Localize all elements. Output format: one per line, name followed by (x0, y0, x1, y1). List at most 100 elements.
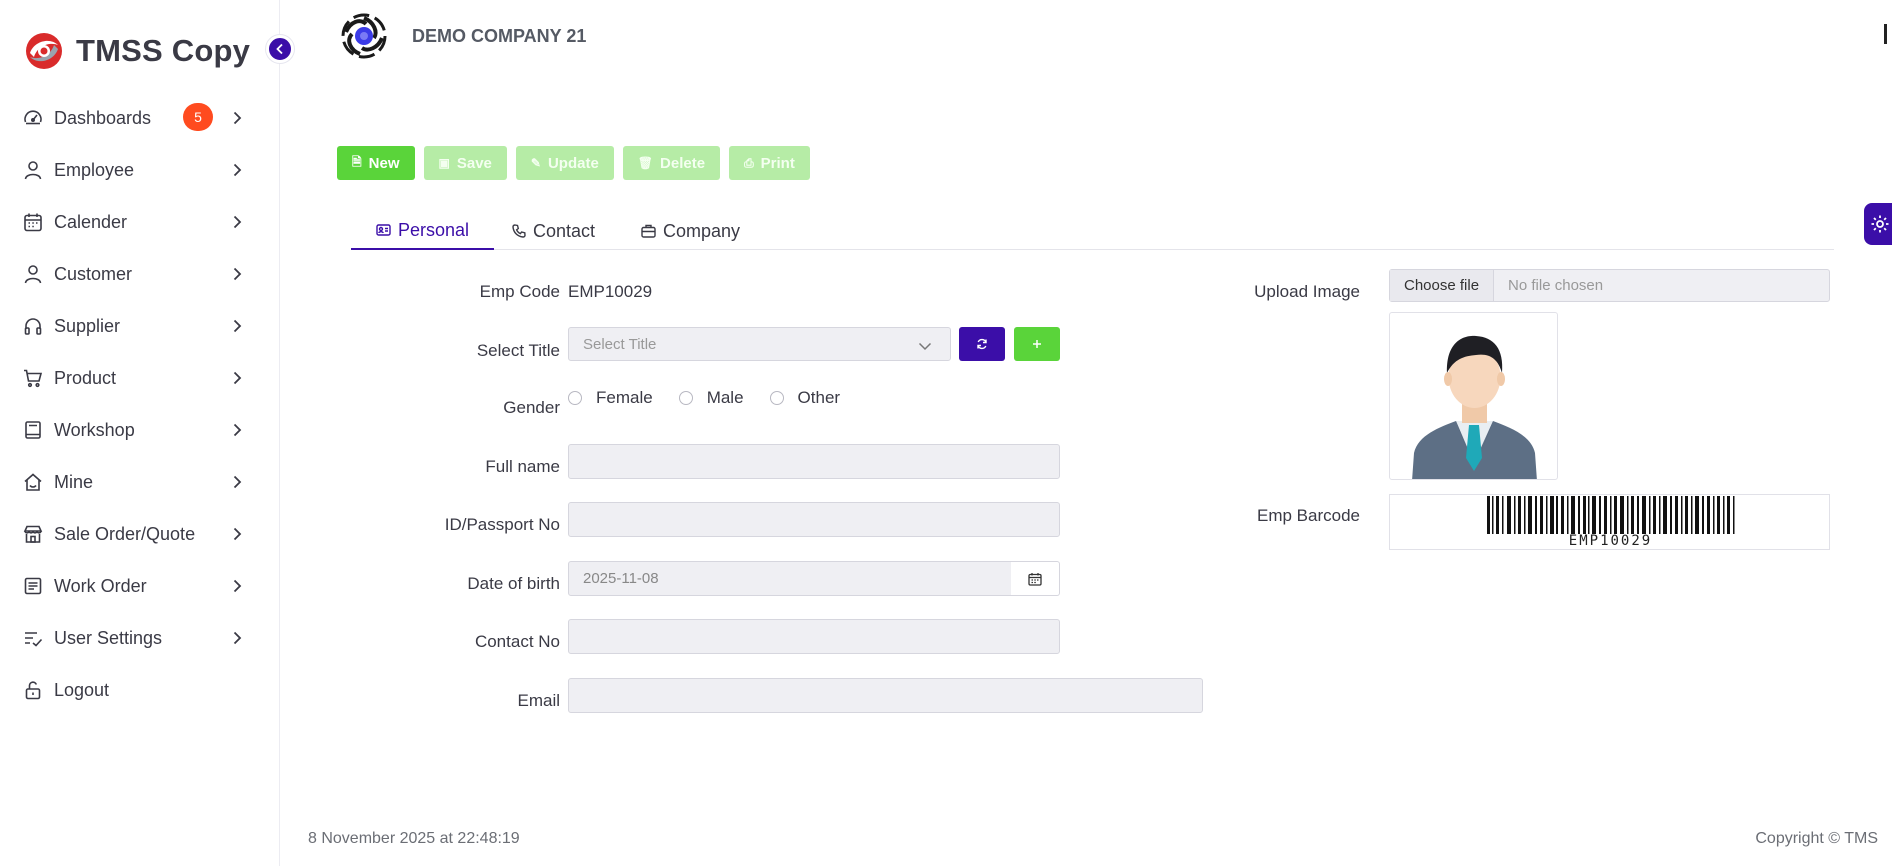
gender-other-radio[interactable] (769, 391, 784, 405)
refresh-title-button[interactable] (959, 327, 1005, 361)
brand-logo-icon (26, 33, 62, 69)
floppy-disk-icon: ▣ (438, 156, 450, 170)
id-card-icon (376, 224, 391, 236)
chevron-right-icon (230, 577, 244, 595)
chevron-right-icon (230, 265, 244, 283)
sidebar-item-label: Customer (54, 263, 133, 284)
chevron-right-icon (230, 109, 244, 127)
sidebar-item-customer[interactable]: Customer (0, 248, 280, 300)
save-button[interactable]: ▣ Save (423, 146, 507, 180)
tab-company[interactable]: Company (641, 212, 740, 250)
gender-female-radio[interactable] (568, 391, 582, 405)
barcode-text: EMP10029 (1568, 533, 1653, 549)
sidebar-item-logout[interactable]: Logout (0, 664, 280, 716)
new-button[interactable]: 🗎 New (337, 146, 415, 180)
company-logo-icon (341, 13, 387, 59)
sidebar-item-product[interactable]: Product (0, 352, 280, 404)
dob-input[interactable]: 2025-11-08 (568, 561, 1012, 596)
tab-contact-label: Contact (533, 220, 596, 241)
print-button-label: Print (760, 154, 795, 172)
email-input[interactable] (568, 678, 1203, 713)
delete-button[interactable]: 🗑 Delete (622, 146, 721, 180)
person-icon (22, 159, 44, 181)
add-title-button[interactable] (1014, 327, 1060, 361)
contact-input[interactable] (568, 619, 1060, 654)
printer-icon: ⎙ (744, 155, 754, 170)
person-icon (22, 263, 44, 285)
speedometer-icon (22, 107, 44, 129)
sidebar-nav: Dashboards 5 Employee Calender Customer (0, 92, 280, 716)
file-icon: 🗎 (352, 154, 362, 169)
tab-personal[interactable]: Personal (351, 212, 495, 250)
sidebar-item-label: Product (54, 367, 117, 388)
book-icon (22, 419, 44, 441)
avatar-icon (1412, 335, 1537, 479)
header-user-indicator[interactable] (1884, 24, 1887, 44)
sidebar-item-calender[interactable]: Calender (0, 196, 280, 248)
tab-contact[interactable]: Contact (512, 212, 595, 250)
edit-icon: ✎ (530, 156, 541, 170)
theme-settings-button[interactable] (1864, 203, 1892, 245)
employee-photo (1389, 312, 1558, 480)
chevron-right-icon (230, 213, 244, 231)
title-select-placeholder: Select Title (583, 335, 657, 353)
print-button[interactable]: ⎙ Print (729, 146, 810, 180)
passport-label: ID/Passport No (444, 515, 560, 534)
chevron-right-icon (230, 317, 244, 335)
unlock-icon (22, 679, 44, 701)
sidebar-item-sale-order[interactable]: Sale Order/Quote (0, 508, 280, 560)
sidebar-item-label: Dashboards (54, 107, 152, 128)
chevron-left-icon (276, 43, 283, 55)
sidebar-collapse-button[interactable] (266, 35, 294, 63)
contact-label: Contact No (474, 632, 560, 651)
sidebar-item-mine[interactable]: Mine (0, 456, 280, 508)
email-label: Email (517, 691, 560, 710)
image-file-input[interactable]: Choose file No file chosen (1389, 269, 1830, 302)
chevron-right-icon (230, 161, 244, 179)
sidebar-item-label: Work Order (54, 575, 147, 596)
tab-company-label: Company (663, 220, 741, 241)
sidebar-item-label: User Settings (54, 627, 163, 648)
fullname-input[interactable] (568, 444, 1060, 479)
trash-icon: 🗑 (637, 156, 654, 170)
brand-name: TMSS Copy (76, 33, 251, 68)
gender-option-label: Other (797, 388, 841, 407)
sidebar-item-label: Logout (54, 679, 110, 700)
chevron-right-icon (230, 421, 244, 439)
date-picker-button[interactable] (1011, 561, 1060, 596)
gender-male-radio[interactable] (678, 391, 693, 405)
barcode-icon (1487, 496, 1735, 534)
refresh-icon (977, 338, 987, 350)
sidebar-item-workshop[interactable]: Workshop (0, 404, 280, 456)
phone-icon (512, 224, 526, 238)
brand[interactable]: TMSS Copy (24, 28, 250, 74)
passport-input[interactable] (568, 502, 1060, 537)
new-button-label: New (368, 154, 400, 172)
delete-button-label: Delete (660, 154, 706, 172)
title-select[interactable]: Select Title (568, 327, 951, 361)
calendar-icon (1028, 572, 1042, 586)
plus-icon (1033, 340, 1041, 348)
select-title-label: Select Title (476, 341, 560, 360)
sidebar-item-label: Mine (54, 471, 94, 492)
chevron-right-icon (230, 473, 244, 491)
file-status-text: No file chosen (1508, 277, 1604, 294)
sidebar-item-work-order[interactable]: Work Order (0, 560, 280, 612)
save-button-label: Save (456, 154, 492, 172)
company-name: DEMO COMPANY 21 (412, 26, 587, 46)
emp-code-label: Emp Code (479, 282, 560, 301)
sidebar-item-user-settings[interactable]: User Settings (0, 612, 280, 664)
chevron-right-icon (230, 629, 244, 647)
headphones-icon (22, 315, 44, 337)
sidebar-item-label: Employee (54, 159, 135, 180)
choose-file-button[interactable]: Choose file (1390, 270, 1495, 301)
tab-personal-label: Personal (398, 219, 470, 240)
update-button[interactable]: ✎ Update (515, 146, 614, 180)
sidebar-item-supplier[interactable]: Supplier (0, 300, 280, 352)
sidebar-item-dashboards[interactable]: Dashboards 5 (0, 92, 280, 144)
sidebar-item-employee[interactable]: Employee (0, 144, 280, 196)
sidebar-item-label: Sale Order/Quote (54, 523, 196, 544)
sidebar-item-label: Calender (54, 211, 128, 232)
sidebar-item-label: Supplier (54, 315, 121, 336)
sidebar: TMSS Copy Dashboards 5 Employee Calender (0, 0, 280, 866)
